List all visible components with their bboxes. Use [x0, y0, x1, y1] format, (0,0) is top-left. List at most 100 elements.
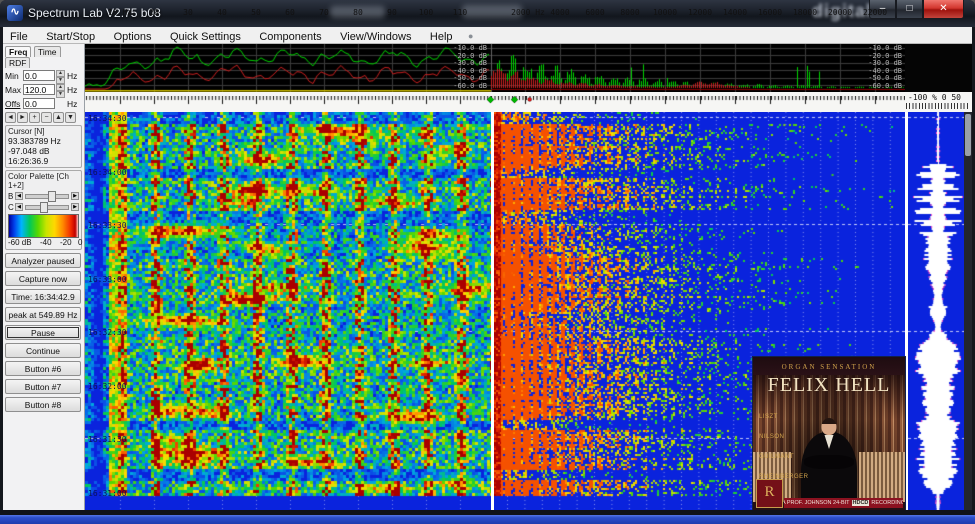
analyzer-paused-button[interactable]: Analyzer paused [5, 253, 81, 268]
shift-up-button[interactable]: ▲ [53, 112, 64, 123]
offs-input[interactable] [23, 98, 55, 109]
brightness-right-icon[interactable]: ▶ [71, 192, 79, 200]
offs-unit: Hz [67, 99, 77, 109]
freq-time-rdf-tabs: Freq Time RDF [5, 46, 84, 68]
time-label: 16:32:30 [88, 328, 127, 337]
time-label: 16:32:00 [88, 382, 127, 391]
capture-now-button[interactable]: Capture now [5, 271, 81, 286]
peak-marker-circle-icon[interactable]: ● [527, 95, 532, 104]
brightness-slider[interactable] [25, 194, 69, 199]
shift-down-button[interactable]: ▼ [65, 112, 76, 123]
vertical-scrollbar[interactable] [964, 112, 972, 510]
window-title: Spectrum Lab V2.75 b08 [28, 6, 161, 20]
axis-label: 100 [419, 8, 433, 17]
close-button[interactable]: ✕ [923, 0, 964, 19]
menu-help[interactable]: Help [423, 30, 460, 43]
axis-label: 20 [149, 8, 159, 17]
axis-label: 16000 [758, 8, 782, 17]
menu-options[interactable]: Options [107, 30, 159, 43]
brightness-left-icon[interactable]: ◀ [15, 192, 23, 200]
axis-label: 4000 [550, 8, 569, 17]
max-spinner[interactable]: ▲▼ [56, 84, 65, 96]
palette-scale: -60 dB -40 -20 0 [8, 238, 79, 248]
min-spinner[interactable]: ▲▼ [56, 70, 65, 82]
axis-label: 110 [453, 8, 467, 17]
brightness-label: B [8, 192, 15, 201]
waterfall-left-canvas[interactable] [85, 112, 491, 510]
offset-row: Offs Hz [5, 97, 83, 110]
axis-label: 10000 [653, 8, 677, 17]
contrast-slider[interactable] [25, 205, 69, 210]
button-8[interactable]: Button #8 [5, 397, 81, 412]
offs-label: Offs [5, 99, 23, 109]
maximize-button[interactable]: □ [896, 0, 923, 19]
pause-button[interactable]: Pause [5, 325, 81, 340]
frequency-axis[interactable] [85, 92, 905, 112]
axis-label: 40 [217, 8, 227, 17]
palette-gradient-bar[interactable] [8, 214, 79, 238]
max-label: Max [5, 85, 23, 95]
menu-bar: File Start/Stop Options Quick Settings C… [3, 27, 972, 44]
contrast-left-icon[interactable]: ◀ [15, 203, 23, 211]
cursor-readout-group: Cursor [N] 93.383789 Hz -97.048 dB 16:26… [5, 125, 82, 168]
palette-scale-40: -40 [40, 238, 52, 247]
palette-scale-min: -60 dB [8, 238, 32, 247]
zoom-out-button[interactable]: − [41, 112, 52, 123]
max-unit: Hz [67, 85, 77, 95]
axis-label: 6000 [585, 8, 604, 17]
tab-rdf[interactable]: RDF [5, 57, 30, 68]
axis-label: 8000 [620, 8, 639, 17]
cursor-marker-diamond-icon[interactable]: ◆ [487, 95, 494, 104]
album-footer-bar: A PROF. JOHNSON 24-BIT HDCD RECORDING [784, 498, 903, 508]
app-window: ∿ Spectrum Lab V2.75 b08 digital – □ ✕ F… [0, 0, 975, 524]
amplitude-panel-canvas[interactable] [908, 112, 964, 510]
axis-label: 20000 [828, 8, 852, 17]
cursor-level: -97.048 dB [8, 146, 79, 156]
peak-marker-diamond-icon[interactable]: ◆ [511, 95, 518, 104]
time-label: 16:33:00 [88, 275, 127, 284]
max-freq-row: Max ▲▼ Hz [5, 83, 83, 96]
axis-label: 2000 Hz [511, 8, 545, 17]
menu-file[interactable]: File [3, 30, 35, 43]
menu-quick-settings[interactable]: Quick Settings [163, 30, 248, 43]
db-label: -10.0 dB [430, 44, 487, 52]
menu-components[interactable]: Components [252, 30, 328, 43]
time-label: 16:34:30 [88, 114, 127, 123]
taskbar[interactable] [0, 515, 975, 524]
zoom-in-button[interactable]: + [29, 112, 40, 123]
app-icon: ∿ [7, 5, 23, 21]
max-freq-input[interactable] [23, 84, 55, 95]
db-label: -30.0 dB [845, 59, 902, 67]
button-7[interactable]: Button #7 [5, 379, 81, 394]
peak-display-button[interactable]: peak at 549.89 Hz [5, 307, 81, 322]
tab-time[interactable]: Time [34, 46, 61, 57]
contrast-slider-row: C ◀ ▶ [8, 202, 79, 212]
contrast-right-icon[interactable]: ▶ [71, 203, 79, 211]
performer-arms [804, 455, 854, 469]
button-6[interactable]: Button #6 [5, 361, 81, 376]
spectrum-graph-canvas[interactable] [85, 44, 905, 92]
axis-label: 30 [183, 8, 193, 17]
time-label: 16:31:30 [88, 435, 127, 444]
axis-label: 18000 [793, 8, 817, 17]
control-sidebar: Freq Time RDF Min ▲▼ Hz Max ▲▼ Hz Offs H… [3, 44, 85, 511]
album-subtitle: ORGAN SENSATION [753, 363, 905, 371]
scrollbar-thumb[interactable] [965, 114, 971, 156]
min-freq-input[interactable] [23, 70, 55, 81]
spectrum-graph-panel[interactable] [85, 44, 905, 92]
continue-button[interactable]: Continue [5, 343, 81, 358]
scroll-left-button[interactable]: ◄ [5, 112, 16, 123]
menu-view-windows[interactable]: View/Windows [333, 30, 418, 43]
tab-freq[interactable]: Freq [5, 46, 31, 57]
axis-label: 22000 [863, 8, 887, 17]
db-label: -50.0 dB [845, 74, 902, 82]
album-cover[interactable]: ORGAN SENSATION FELIX HELL LISZT NILSON … [753, 357, 905, 511]
time-display-button[interactable]: Time: 16:34:42.9 [5, 289, 81, 304]
time-label: 16:34:00 [88, 168, 127, 177]
axis-label: 70 [319, 8, 329, 17]
menu-start-stop[interactable]: Start/Stop [39, 30, 102, 43]
cursor-frequency: 93.383789 Hz [8, 136, 79, 146]
cursor-group-title: Cursor [N] [8, 127, 79, 136]
scroll-right-button[interactable]: ► [17, 112, 28, 123]
corner-panel [905, 44, 972, 92]
